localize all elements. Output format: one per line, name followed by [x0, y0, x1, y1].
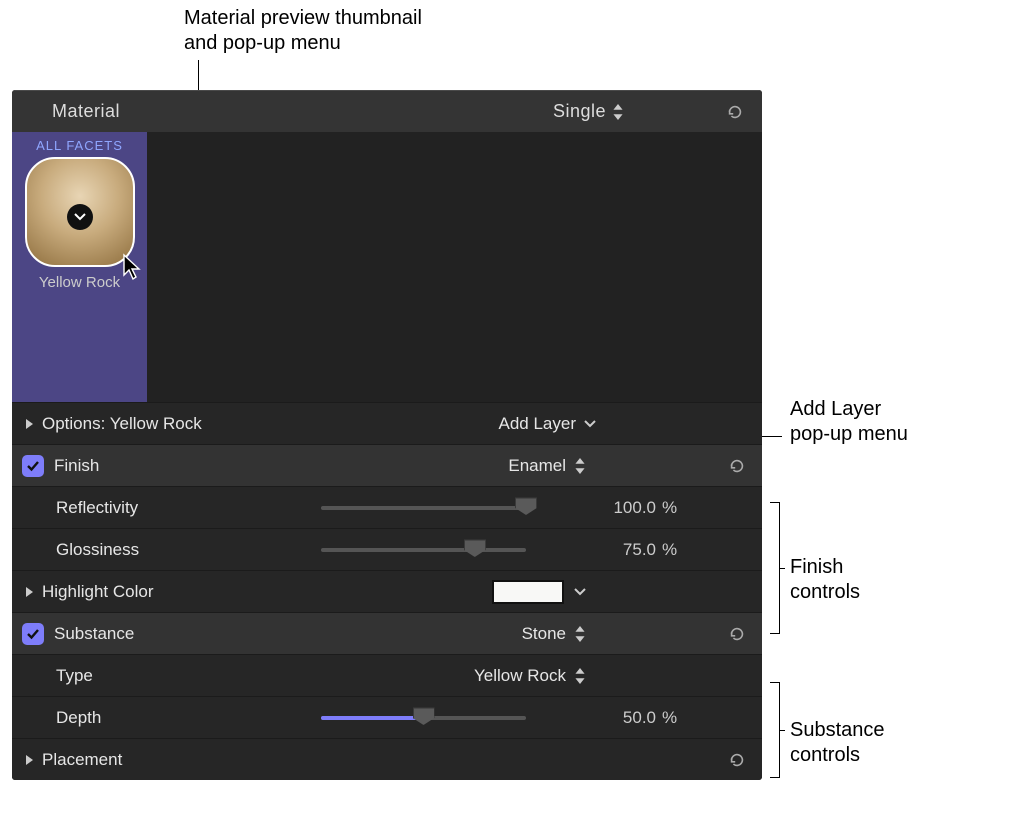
reset-icon[interactable]: [728, 625, 746, 643]
callout-line: [780, 568, 785, 569]
glossiness-slider[interactable]: [321, 548, 526, 552]
updown-icon: [574, 668, 586, 684]
checkmark-icon: [26, 628, 40, 640]
checkmark-icon: [26, 460, 40, 472]
reflectivity-value[interactable]: 100.0: [566, 498, 656, 518]
slider-knob[interactable]: [464, 539, 486, 557]
unit: %: [656, 498, 686, 518]
finish-section-header: Finish Enamel: [12, 444, 762, 486]
popup-value: Yellow Rock: [474, 666, 566, 686]
popup-label: Add Layer: [499, 414, 577, 434]
updown-icon: [574, 458, 586, 474]
substance-checkbox[interactable]: [22, 623, 44, 645]
type-label: Type: [56, 666, 93, 686]
bracket: [770, 682, 780, 778]
add-layer-popup[interactable]: Add Layer: [499, 414, 597, 434]
highlight-color-row: Highlight Color: [12, 570, 762, 612]
material-thumbnail[interactable]: [25, 157, 135, 267]
callout-line: [780, 730, 785, 731]
callout-text: and pop-up menu: [184, 32, 341, 54]
callout-text: Substance: [790, 719, 885, 741]
material-popup-button[interactable]: [67, 204, 93, 230]
chevron-down-icon[interactable]: [574, 587, 586, 597]
updown-icon: [612, 104, 624, 120]
glossiness-label: Glossiness: [56, 540, 139, 560]
placement-label: Placement: [42, 750, 122, 770]
material-title: Material: [52, 101, 120, 122]
unit: %: [656, 540, 686, 560]
chevron-down-icon: [74, 213, 86, 221]
reset-icon[interactable]: [728, 751, 746, 769]
glossiness-value[interactable]: 75.0: [566, 540, 656, 560]
triangle-right-icon: [24, 586, 34, 598]
popup-value: Stone: [522, 624, 566, 644]
callout-text: controls: [790, 581, 860, 603]
reset-icon[interactable]: [726, 103, 744, 121]
material-preview-strip: ALL FACETS Yellow Rock: [12, 132, 762, 402]
callout-text: Material preview thumbnail: [184, 7, 422, 29]
callout-text: pop-up menu: [790, 423, 908, 445]
material-mode-popup[interactable]: Single: [553, 101, 624, 122]
depth-row: Depth 50.0 %: [12, 696, 762, 738]
material-inspector-panel: Material Single ALL FACETS Yello: [12, 90, 762, 780]
substance-kind-popup[interactable]: Stone: [522, 624, 586, 644]
material-titlebar: Material Single: [12, 90, 762, 132]
disclosure-triangle[interactable]: [20, 418, 38, 430]
options-row: Options: Yellow Rock Add Layer: [12, 402, 762, 444]
highlight-color-label: Highlight Color: [42, 582, 154, 602]
callout-preview: Material preview thumbnail and pop-up me…: [184, 6, 422, 56]
slider-knob[interactable]: [515, 497, 537, 515]
cursor-icon: [121, 253, 143, 281]
finish-checkbox[interactable]: [22, 455, 44, 477]
slider-knob[interactable]: [413, 707, 435, 725]
triangle-right-icon: [24, 418, 34, 430]
substance-label: Substance: [54, 624, 134, 644]
substance-type-row: Type Yellow Rock: [12, 654, 762, 696]
popup-value: Single: [553, 101, 606, 122]
triangle-right-icon: [24, 754, 34, 766]
disclosure-triangle[interactable]: [20, 754, 38, 766]
substance-section-header: Substance Stone: [12, 612, 762, 654]
chevron-down-icon: [584, 419, 596, 429]
finish-label: Finish: [54, 456, 99, 476]
reflectivity-row: Reflectivity 100.0 %: [12, 486, 762, 528]
placement-row: Placement: [12, 738, 762, 780]
facets-label: ALL FACETS: [36, 138, 123, 153]
callout-text: Add Layer: [790, 398, 881, 420]
slider-fill: [321, 716, 424, 720]
updown-icon: [574, 626, 586, 642]
reflectivity-label: Reflectivity: [56, 498, 138, 518]
substance-type-popup[interactable]: Yellow Rock: [474, 666, 586, 686]
depth-slider[interactable]: [321, 716, 526, 720]
unit: %: [656, 708, 686, 728]
callout-addlayer: Add Layer pop-up menu: [790, 397, 908, 447]
callout-text: Finish: [790, 556, 843, 578]
disclosure-triangle[interactable]: [20, 586, 38, 598]
reset-icon[interactable]: [728, 457, 746, 475]
depth-label: Depth: [56, 708, 101, 728]
options-label: Options: Yellow Rock: [42, 414, 202, 434]
bracket: [770, 502, 780, 634]
depth-value[interactable]: 50.0: [566, 708, 656, 728]
popup-value: Enamel: [508, 456, 566, 476]
callout-text: controls: [790, 744, 860, 766]
highlight-color-well[interactable]: [492, 580, 564, 604]
material-thumbnail-name: Yellow Rock: [39, 274, 120, 291]
finish-type-popup[interactable]: Enamel: [508, 456, 586, 476]
callout-finish: Finish controls: [790, 555, 860, 605]
callout-substance: Substance controls: [790, 718, 885, 768]
material-thumbnail-tile[interactable]: ALL FACETS Yellow Rock: [12, 132, 147, 402]
glossiness-row: Glossiness 75.0 %: [12, 528, 762, 570]
reflectivity-slider[interactable]: [321, 506, 526, 510]
